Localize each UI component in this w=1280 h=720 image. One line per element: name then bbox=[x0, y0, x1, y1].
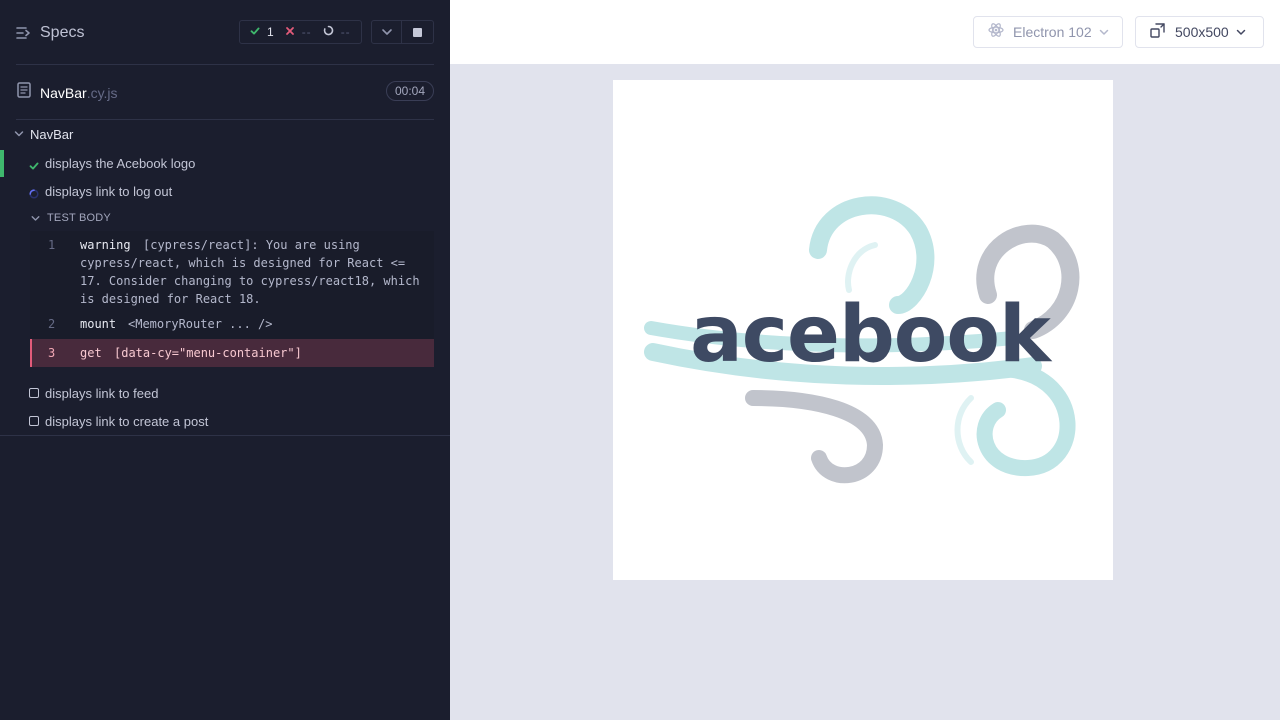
test-title: displays link to feed bbox=[45, 386, 159, 401]
test-item[interactable]: displays the Acebook logo bbox=[0, 152, 450, 174]
suite-title: NavBar bbox=[30, 126, 74, 142]
specs-label: Specs bbox=[40, 24, 85, 41]
running-spinner-icon bbox=[29, 186, 39, 204]
test-title: displays link to create a post bbox=[45, 414, 209, 429]
spec-name: NavBar bbox=[40, 84, 87, 101]
pending-square-icon bbox=[29, 388, 39, 398]
specs-toggle-button[interactable]: Specs bbox=[16, 22, 84, 44]
menu-expand-icon bbox=[16, 26, 31, 40]
browser-label: Electron 102 bbox=[1013, 24, 1092, 40]
command-number: 2 bbox=[48, 317, 56, 331]
check-icon bbox=[250, 25, 260, 39]
test-item[interactable]: displays link to feed bbox=[0, 382, 450, 404]
chevron-down-icon bbox=[14, 125, 24, 143]
auto-scroll-toggle[interactable] bbox=[371, 20, 402, 44]
passed-stat: 1 bbox=[250, 25, 274, 39]
command-name: mount bbox=[80, 317, 117, 331]
pending-square-icon bbox=[29, 416, 39, 426]
browser-selector[interactable]: Electron 102 bbox=[973, 16, 1123, 48]
test-body-title: TEST BODY bbox=[47, 212, 111, 224]
check-icon bbox=[29, 158, 39, 176]
stop-button[interactable] bbox=[402, 20, 434, 44]
spec-file-row: NavBar .cy.js 00:04 bbox=[0, 66, 450, 119]
spec-duration: 00:04 bbox=[386, 81, 434, 101]
viewport-label: 500x500 bbox=[1175, 24, 1229, 40]
command-message: [data-cy="menu-container"] bbox=[114, 346, 302, 360]
command-name: get bbox=[80, 346, 102, 360]
x-icon bbox=[285, 25, 295, 39]
command-number: 1 bbox=[48, 238, 56, 252]
command-number: 3 bbox=[48, 346, 56, 360]
failed-count: -- bbox=[301, 25, 312, 39]
test-title: displays link to log out bbox=[45, 184, 173, 199]
suite-bottom-divider bbox=[0, 435, 450, 436]
acebook-logo: acebook bbox=[644, 196, 1080, 484]
test-item[interactable]: displays link to create a post bbox=[0, 410, 450, 432]
test-body-header[interactable]: TEST BODY bbox=[31, 210, 111, 226]
pending-count: -- bbox=[340, 25, 351, 39]
viewport-size-icon bbox=[1150, 22, 1166, 43]
chevron-down-icon bbox=[1236, 23, 1246, 41]
command-row[interactable]: 1 warning [cypress/react]: You are using… bbox=[30, 236, 434, 312]
chevron-down-icon bbox=[1099, 23, 1109, 41]
command-row[interactable]: 2 mount <MemoryRouter ... /> bbox=[30, 315, 434, 333]
spec-extension: .cy.js bbox=[86, 84, 118, 101]
command-log: 1 warning [cypress/react]: You are using… bbox=[30, 231, 434, 367]
suite-header[interactable]: NavBar bbox=[0, 124, 450, 144]
logo-wordmark: acebook bbox=[690, 290, 1053, 380]
failed-command-row[interactable]: 3 get [data-cy="menu-container"] bbox=[30, 339, 434, 367]
viewport-selector[interactable]: 500x500 bbox=[1135, 16, 1264, 48]
command-message: [cypress/react]: You are using cypress/r… bbox=[80, 238, 420, 306]
pending-stat: -- bbox=[323, 25, 351, 39]
command-message: <MemoryRouter ... /> bbox=[128, 317, 273, 331]
stop-icon bbox=[413, 27, 422, 37]
failed-stat: -- bbox=[285, 25, 312, 39]
test-title: displays the Acebook logo bbox=[45, 156, 196, 171]
spec-divider bbox=[16, 119, 434, 120]
spec-file[interactable]: NavBar .cy.js bbox=[17, 82, 118, 103]
test-item[interactable]: displays link to log out bbox=[0, 180, 450, 202]
test-stats: 1 -- -- bbox=[239, 20, 362, 44]
electron-icon bbox=[988, 22, 1004, 43]
passed-count: 1 bbox=[267, 25, 274, 39]
pending-circle-icon bbox=[323, 25, 334, 39]
reporter-header: Specs 1 -- -- bbox=[0, 0, 450, 65]
header-divider bbox=[16, 64, 434, 65]
document-icon bbox=[17, 82, 31, 103]
reporter-panel: Specs 1 -- -- NavBar .cy.js 00:04 NavBar… bbox=[0, 0, 450, 720]
chevron-down-icon bbox=[381, 23, 393, 41]
app-under-test-frame: acebook bbox=[613, 80, 1113, 580]
chevron-down-icon bbox=[31, 209, 40, 227]
